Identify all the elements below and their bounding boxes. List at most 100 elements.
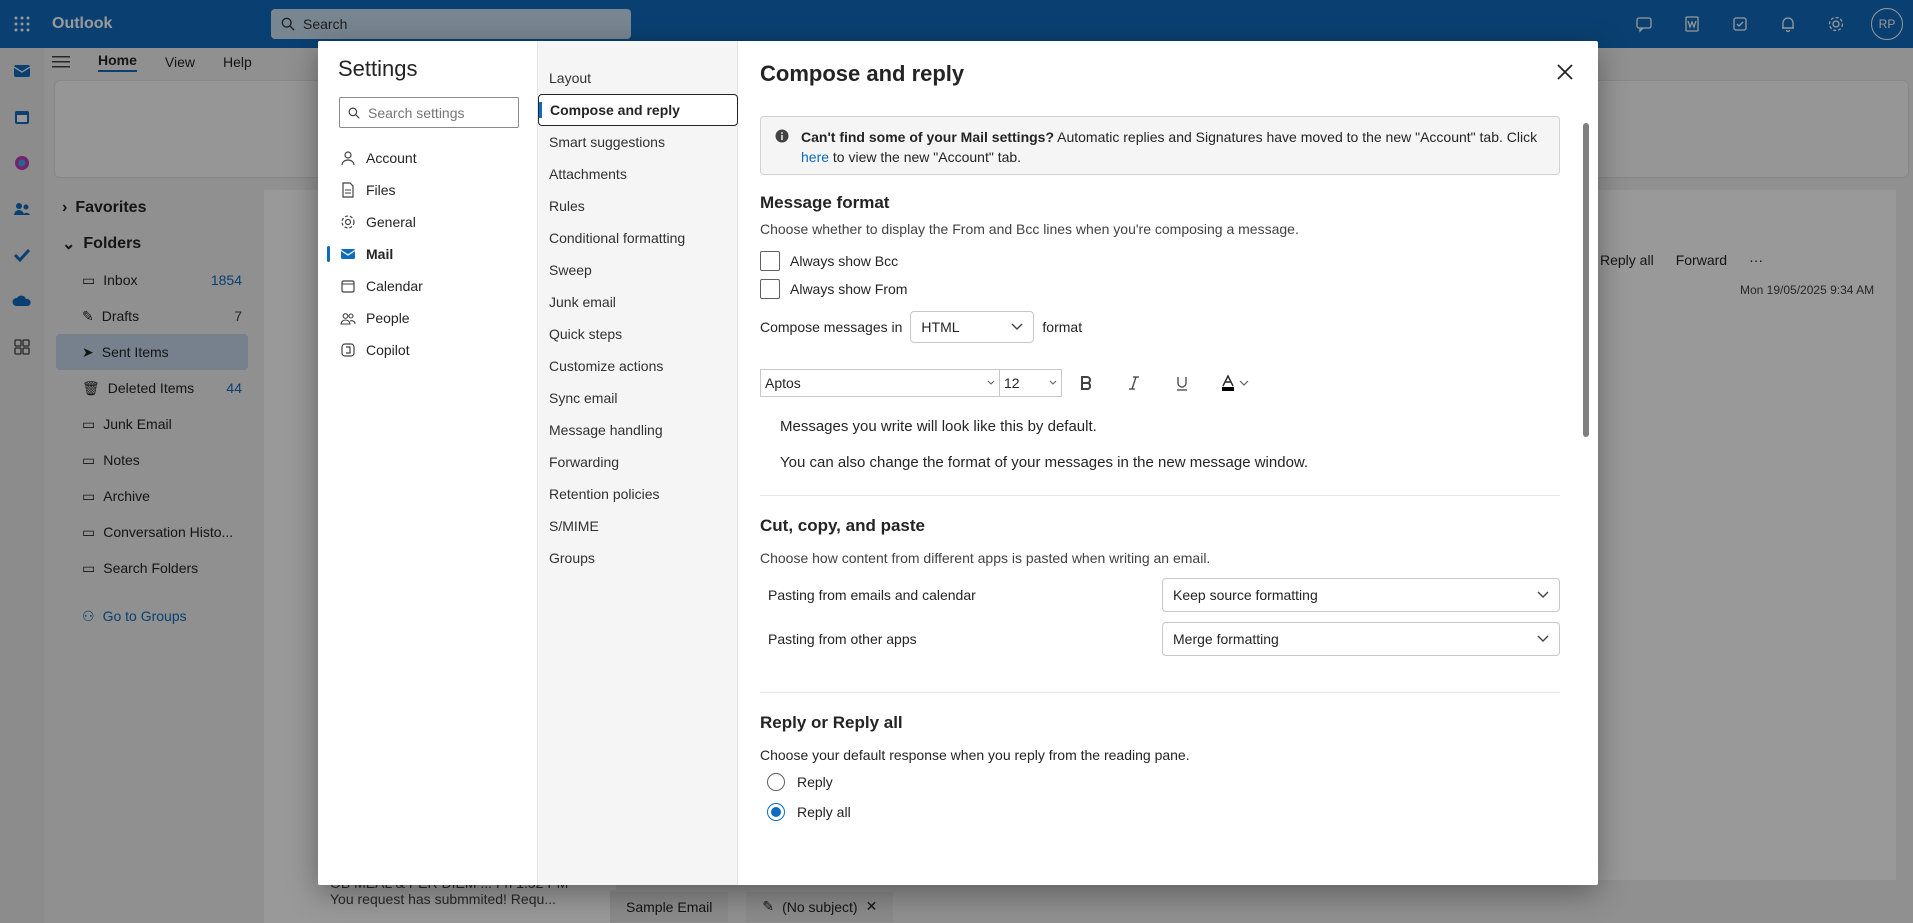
subcategory-forwarding[interactable]: Forwarding: [538, 446, 738, 478]
info-bold-text: Can't find some of your Mail settings?: [801, 129, 1055, 145]
reply-all-radio[interactable]: [767, 803, 785, 821]
category-people[interactable]: People: [318, 302, 538, 334]
file-icon: [340, 182, 356, 198]
paste-emails-dropdown[interactable]: Keep source formatting: [1162, 578, 1560, 612]
chevron-down-icon: [987, 380, 995, 386]
settings-search[interactable]: [339, 97, 519, 128]
paste-apps-label: Pasting from other apps: [768, 631, 917, 647]
subcategory-quick-steps[interactable]: Quick steps: [538, 318, 738, 350]
reply-all-option-row[interactable]: Reply all: [760, 803, 1560, 821]
preview-line-1: Messages you write will look like this b…: [780, 418, 1097, 435]
subcategory-retention-policies[interactable]: Retention policies: [538, 478, 738, 510]
paste-apps-dropdown[interactable]: Merge formatting: [1162, 622, 1560, 656]
bold-icon: [1079, 375, 1093, 391]
person-icon: [340, 150, 356, 166]
subcategory-groups[interactable]: Groups: [538, 542, 738, 574]
subcategory-layout[interactable]: Layout: [538, 62, 738, 94]
chevron-down-icon: [1049, 380, 1057, 386]
divider: [760, 692, 1560, 693]
subcategory-message-handling[interactable]: Message handling: [538, 414, 738, 446]
info-icon: [775, 129, 789, 143]
bold-button[interactable]: [1062, 369, 1110, 397]
underline-button[interactable]: [1158, 369, 1206, 397]
reply-all-radio-label: Reply all: [797, 804, 851, 820]
copilot-icon: [340, 342, 356, 358]
chevron-down-icon: [1537, 591, 1549, 599]
search-icon: [348, 107, 360, 119]
always-show-bcc-checkbox[interactable]: [760, 251, 780, 271]
format-preview: Messages you write will look like this b…: [760, 409, 1560, 481]
category-list: Account Files General Mail Calendar Peop…: [318, 142, 538, 366]
subcategory-smart-suggestions[interactable]: Smart suggestions: [538, 126, 738, 158]
gear-icon: [340, 214, 356, 230]
paste-apps-row: Pasting from other apps Merge formatting: [760, 622, 1560, 656]
font-color-icon: [1219, 374, 1253, 392]
message-format-title: Message format: [760, 193, 890, 212]
message-format-desc: Choose whether to display the From and B…: [760, 221, 1299, 237]
always-show-bcc-label: Always show Bcc: [790, 253, 899, 269]
subcategory-rules[interactable]: Rules: [538, 190, 738, 222]
reply-radio-label: Reply: [797, 774, 833, 790]
always-show-from-label: Always show From: [790, 281, 908, 297]
paste-title: Cut, copy, and paste: [760, 516, 925, 535]
subcategory-sync-email[interactable]: Sync email: [538, 382, 738, 414]
settings-dialog: Settings Account Files General Mail: [318, 41, 1598, 885]
subcategory-conditional-formatting[interactable]: Conditional formatting: [538, 222, 738, 254]
category-general[interactable]: General: [318, 206, 538, 238]
category-files[interactable]: Files: [318, 174, 538, 206]
subcategory-sweep[interactable]: Sweep: [538, 254, 738, 286]
subcategory-list: Layout Compose and reply Smart suggestio…: [538, 62, 738, 574]
format-toolbar: Aptos 12: [760, 369, 1560, 397]
compose-format-dropdown[interactable]: HTML: [910, 311, 1035, 343]
subcategory-customize-actions[interactable]: Customize actions: [538, 350, 738, 382]
info-banner: Can't find some of your Mail settings? A…: [760, 116, 1560, 175]
compose-format-row: Compose messages in HTML format: [760, 311, 1560, 343]
settings-title: Settings: [338, 56, 418, 81]
subcategory-attachments[interactable]: Attachments: [538, 158, 738, 190]
info-here-link[interactable]: here: [801, 149, 829, 165]
chevron-down-icon: [1011, 323, 1023, 331]
reply-option-row[interactable]: Reply: [760, 773, 1560, 791]
paste-emails-row: Pasting from emails and calendar Keep so…: [760, 578, 1560, 612]
always-show-bcc-row[interactable]: Always show Bcc: [760, 251, 1560, 271]
info-text-2: to view the new "Account" tab.: [829, 149, 1022, 165]
subcategory-junk-email[interactable]: Junk email: [538, 286, 738, 318]
close-button[interactable]: [1552, 59, 1578, 85]
divider: [760, 495, 1560, 496]
italic-icon: [1127, 375, 1141, 391]
chevron-down-icon: [1537, 635, 1549, 643]
settings-categories-pane: Settings Account Files General Mail: [318, 41, 538, 885]
scrollbar-thumb[interactable]: [1583, 123, 1589, 437]
category-mail[interactable]: Mail: [318, 238, 538, 270]
font-family-dropdown[interactable]: Aptos: [760, 369, 1000, 397]
calendar-icon: [340, 278, 356, 294]
close-icon: [1557, 64, 1573, 80]
category-copilot[interactable]: Copilot: [318, 334, 538, 366]
preview-line-2: You can also change the format of your m…: [780, 454, 1309, 471]
font-color-button[interactable]: [1206, 369, 1266, 397]
reply-radio[interactable]: [767, 773, 785, 791]
paste-desc: Choose how content from different apps i…: [760, 550, 1211, 566]
settings-detail-pane: Compose and reply Can't find some of you…: [738, 41, 1598, 885]
compose-in-label: Compose messages in: [760, 319, 903, 335]
info-text: Automatic replies and Signatures have mo…: [1054, 129, 1538, 145]
category-account[interactable]: Account: [318, 142, 538, 174]
mail-icon: [340, 246, 356, 262]
format-suffix-label: format: [1042, 319, 1083, 335]
category-calendar[interactable]: Calendar: [318, 270, 538, 302]
paste-emails-label: Pasting from emails and calendar: [768, 587, 976, 603]
reply-desc: Choose your default response when you re…: [760, 747, 1190, 763]
italic-button[interactable]: [1110, 369, 1158, 397]
always-show-from-row[interactable]: Always show From: [760, 279, 1560, 299]
settings-content: Can't find some of your Mail settings? A…: [760, 116, 1560, 821]
reply-title: Reply or Reply all: [760, 713, 903, 732]
settings-search-input[interactable]: [368, 104, 508, 121]
underline-icon: [1175, 375, 1189, 391]
panel-title: Compose and reply: [760, 61, 965, 86]
people-icon: [340, 310, 356, 326]
font-size-dropdown[interactable]: 12: [1000, 369, 1062, 397]
settings-subcategories-pane: Layout Compose and reply Smart suggestio…: [538, 41, 738, 885]
always-show-from-checkbox[interactable]: [760, 279, 780, 299]
subcategory-compose-and-reply[interactable]: Compose and reply: [538, 94, 738, 126]
subcategory-smime[interactable]: S/MIME: [538, 510, 738, 542]
